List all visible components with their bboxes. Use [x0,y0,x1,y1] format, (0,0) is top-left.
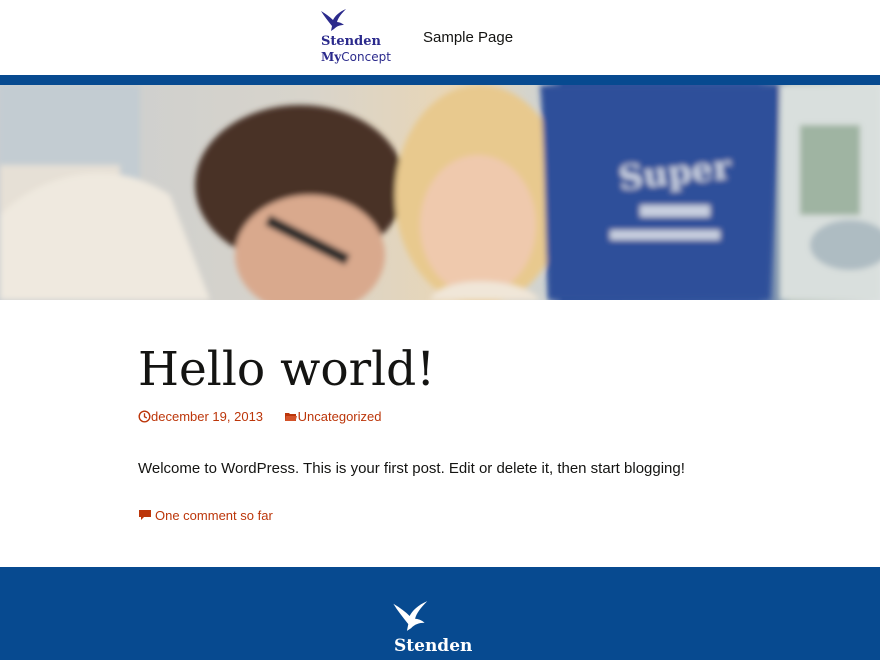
swallow-bird-icon [393,601,428,631]
nav-item-sample-page[interactable]: Sample Page [423,29,513,46]
folder-icon [284,413,297,421]
site-header: Stenden MyConcept Sample Page [0,0,880,75]
speech-bubble-icon [139,510,151,520]
header-photo: Super [0,85,880,300]
clock-icon [138,410,151,423]
post-meta: december 19, 2013 Uncategorized [138,409,381,424]
post-date: december 19, 2013 [151,409,264,424]
logo-text-stenden: Stenden [321,34,381,49]
header-image: Super [0,85,880,300]
logo-text-myconcept: MyConcept [321,50,391,64]
swallow-bird-icon [321,9,346,31]
site-logo[interactable]: Stenden MyConcept [320,8,400,68]
post-category: Uncategorized [297,409,382,424]
post-title[interactable]: Hello world! [138,340,435,400]
comments-link[interactable]: One comment so far [138,508,273,523]
header-divider-bar [0,75,880,85]
footer-brand-text: Stenden [394,636,473,656]
post-date-link[interactable]: december 19, 2013 [138,409,267,424]
post-category-link[interactable]: Uncategorized [284,409,382,424]
site-footer: Stenden [0,567,880,660]
post-body: Welcome to WordPress. This is your first… [138,460,685,477]
comments-link-label: One comment so far [155,508,273,523]
